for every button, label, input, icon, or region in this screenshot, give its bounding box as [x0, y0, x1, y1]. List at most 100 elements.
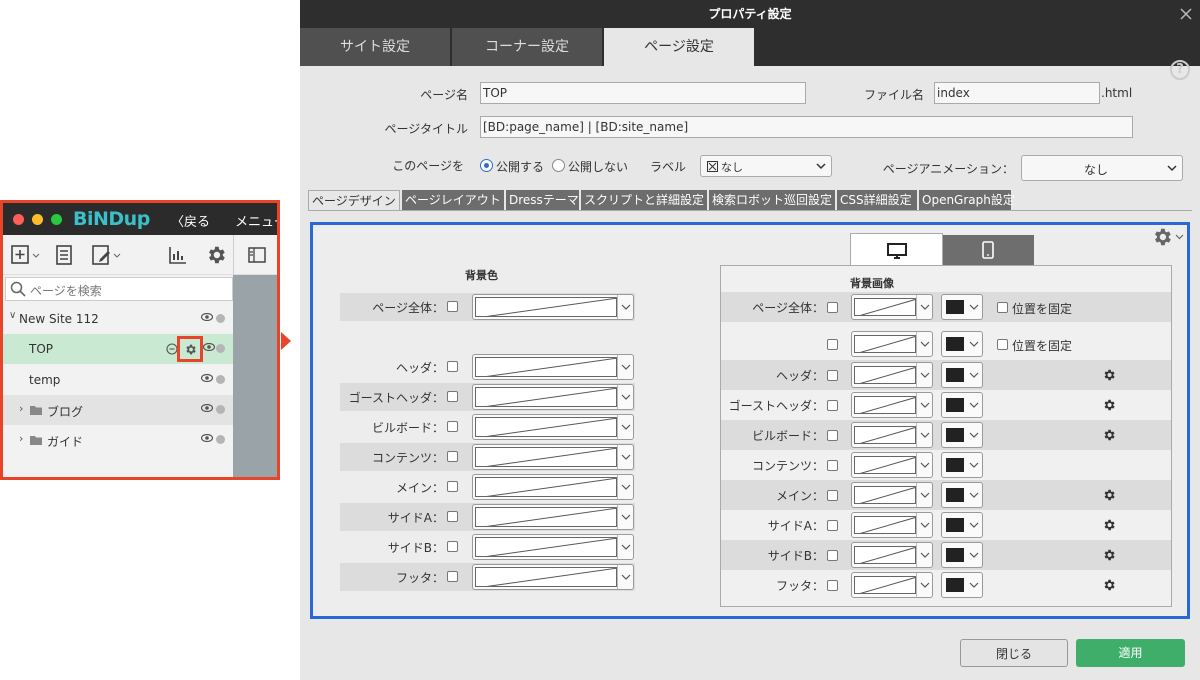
gear-icon[interactable]: [1102, 398, 1116, 412]
image-picker[interactable]: [851, 512, 933, 538]
position-picker[interactable]: [941, 362, 983, 388]
eye-icon[interactable]: [203, 343, 215, 351]
color-picker[interactable]: [472, 384, 634, 410]
gear-icon[interactable]: [1102, 428, 1116, 442]
tree-item-guide[interactable]: › ガイド: [3, 425, 233, 455]
image-picker[interactable]: [851, 294, 933, 320]
gear-icon[interactable]: [1151, 226, 1173, 248]
gear-icon[interactable]: [1102, 518, 1116, 532]
menu-button[interactable]: メニュー: [235, 211, 277, 230]
image-row-checkbox[interactable]: [827, 490, 838, 501]
image-picker[interactable]: [851, 422, 933, 448]
sidebar-toggle-icon[interactable]: [248, 247, 266, 263]
image-picker[interactable]: [851, 392, 933, 418]
eye-icon[interactable]: [201, 404, 213, 412]
image-row-checkbox[interactable]: [827, 400, 838, 411]
minimize-window-icon[interactable]: [32, 214, 43, 225]
chevron-down-icon[interactable]: [1175, 234, 1184, 240]
tree-item-top[interactable]: TOP: [3, 334, 233, 364]
position-picker[interactable]: [941, 572, 983, 598]
color-picker[interactable]: [472, 444, 634, 470]
subtab-page-layout[interactable]: ページレイアウト: [402, 190, 504, 211]
tree-item-blog[interactable]: › ブログ: [3, 395, 233, 425]
image-row-checkbox[interactable]: [827, 370, 838, 381]
tree-item-temp[interactable]: temp: [3, 365, 233, 395]
color-row-checkbox[interactable]: [447, 421, 458, 432]
color-picker[interactable]: [472, 534, 634, 560]
color-row-checkbox[interactable]: [447, 361, 458, 372]
gear-icon[interactable]: [1102, 488, 1116, 502]
color-picker[interactable]: [472, 354, 634, 380]
color-picker[interactable]: [472, 564, 634, 590]
image-picker[interactable]: [851, 482, 933, 508]
page-search-input[interactable]: ページを検索: [5, 277, 233, 301]
chevron-down-icon[interactable]: ∨: [9, 310, 16, 321]
edit-page-icon[interactable]: [92, 245, 122, 265]
position-picker[interactable]: [941, 331, 983, 357]
page-icon[interactable]: [56, 245, 72, 265]
subtab-page-design[interactable]: ページデザイン: [308, 190, 400, 211]
gear-icon[interactable]: [1102, 368, 1116, 382]
position-picker[interactable]: [941, 294, 983, 320]
gear-icon[interactable]: [1102, 548, 1116, 562]
fix-position-checkbox[interactable]: [997, 339, 1008, 350]
position-picker[interactable]: [941, 392, 983, 418]
help-icon[interactable]: ?: [1170, 60, 1190, 80]
subtab-dress-theme[interactable]: Dressテーマ: [506, 190, 579, 211]
tree-item-site[interactable]: ∨ New Site 112: [3, 304, 233, 334]
tab-site-settings[interactable]: サイト設定: [300, 28, 450, 66]
color-picker[interactable]: [472, 474, 634, 500]
image-row-checkbox[interactable]: [827, 302, 838, 313]
publish-on-radio[interactable]: [480, 159, 493, 172]
subtab-css-settings[interactable]: CSS詳細設定: [837, 190, 917, 211]
page-title-input[interactable]: [BD:page_name] | [BD:site_name]: [480, 116, 1133, 138]
subtab-opengraph-settings[interactable]: OpenGraph設定: [919, 190, 1015, 211]
tab-corner-settings[interactable]: コーナー設定: [452, 28, 602, 66]
gear-icon[interactable]: [1102, 578, 1116, 592]
chevron-right-icon[interactable]: ›: [19, 402, 23, 415]
close-icon[interactable]: [1180, 8, 1192, 20]
color-row-checkbox[interactable]: [447, 391, 458, 402]
eye-icon[interactable]: [201, 374, 213, 382]
image-picker[interactable]: [851, 331, 933, 357]
tab-page-settings[interactable]: ページ設定: [604, 28, 754, 66]
subtab-robot-settings[interactable]: 検索ロボット巡回設定: [709, 190, 835, 211]
image-picker[interactable]: [851, 362, 933, 388]
eye-icon[interactable]: [201, 313, 213, 321]
image-row-checkbox[interactable]: [827, 520, 838, 531]
image-row-checkbox[interactable]: [827, 550, 838, 561]
color-row-checkbox[interactable]: [447, 541, 458, 552]
color-picker[interactable]: [472, 504, 634, 530]
analytics-icon[interactable]: [168, 245, 188, 265]
image-row-checkbox[interactable]: [827, 580, 838, 591]
page-settings-highlight[interactable]: [177, 336, 203, 362]
color-row-checkbox[interactable]: [447, 451, 458, 462]
image-row-checkbox[interactable]: [827, 430, 838, 441]
desktop-view-tab[interactable]: [850, 233, 943, 265]
gear-icon[interactable]: [205, 244, 227, 266]
label-select[interactable]: なし: [700, 155, 832, 177]
mobile-view-tab[interactable]: [943, 235, 1034, 265]
close-window-icon[interactable]: [13, 214, 24, 225]
color-picker[interactable]: [472, 414, 634, 440]
gear-icon[interactable]: [184, 343, 197, 356]
image-picker[interactable]: [851, 452, 933, 478]
image-row-checkbox[interactable]: [827, 339, 838, 350]
position-picker[interactable]: [941, 482, 983, 508]
color-picker[interactable]: [472, 294, 634, 320]
page-name-input[interactable]: TOP: [480, 82, 806, 104]
position-picker[interactable]: [941, 542, 983, 568]
color-row-checkbox[interactable]: [447, 481, 458, 492]
color-row-checkbox[interactable]: [447, 511, 458, 522]
close-button[interactable]: 閉じる: [960, 639, 1068, 667]
apply-button[interactable]: 適用: [1076, 639, 1185, 667]
color-row-checkbox[interactable]: [447, 301, 458, 312]
file-name-input[interactable]: index: [934, 82, 1100, 104]
maximize-window-icon[interactable]: [51, 214, 62, 225]
image-picker[interactable]: [851, 572, 933, 598]
image-picker[interactable]: [851, 542, 933, 568]
publish-off-radio[interactable]: [552, 159, 565, 172]
image-row-checkbox[interactable]: [827, 460, 838, 471]
fix-position-checkbox[interactable]: [997, 302, 1008, 313]
position-picker[interactable]: [941, 422, 983, 448]
